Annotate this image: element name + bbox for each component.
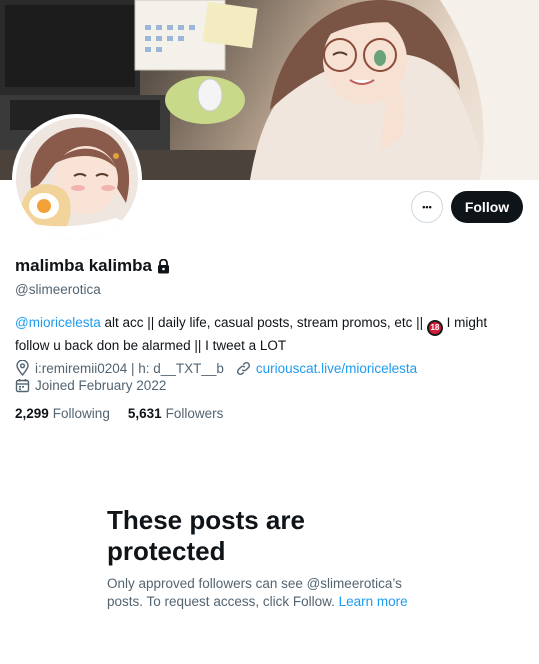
followers-label: Followers [165,406,224,421]
avatar[interactable] [12,114,142,244]
link-icon [236,361,250,375]
follow-button[interactable]: Follow [451,191,523,223]
profile-joined-date: Joined February 2022 [35,378,167,393]
bio-mention-link[interactable]: @mioricelesta [15,315,101,330]
profile-location: i:remiremii0204 | h: d__TXT__b [35,360,224,376]
bio-text-part1: alt acc || daily life, casual posts, str… [100,315,427,330]
learn-more-link[interactable]: Learn more [339,594,408,609]
profile-stats: 2,299 Following 5,631 Followers [15,406,241,421]
display-name: malimba kalimba [15,256,153,275]
more-options-button[interactable]: ••• [411,191,443,223]
calendar-icon [15,379,30,393]
more-icon: ••• [422,202,432,212]
followers-count: 5,631 [127,406,162,421]
following-count: 2,299 [15,406,49,421]
profile-meta-row: i:remiremii0204 | h: d__TXT__b curiousca… [15,360,417,376]
age-badge-label: 18 [430,323,440,332]
profile-bio: @mioricelesta alt acc || daily life, cas… [15,313,520,355]
following-stat[interactable]: 2,299 Following [15,406,110,421]
profile-website-link[interactable]: curiouscat.live/mioricelesta [256,361,417,376]
profile-joined-row: Joined February 2022 [15,378,166,393]
profile-handle: @slimeerotica [15,282,101,297]
protected-title: These posts are protected [107,505,305,566]
profile-name-row: malimba kalimba [15,256,170,276]
protected-message: Only approved followers can see @slimeer… [107,575,417,611]
followers-stat[interactable]: 5,631 Followers [128,406,224,421]
following-label: Following [52,406,110,421]
age-restriction-badge: 18 [426,319,443,336]
lock-icon [158,258,170,273]
avatar-illustration [16,118,138,240]
location-icon [16,360,29,376]
